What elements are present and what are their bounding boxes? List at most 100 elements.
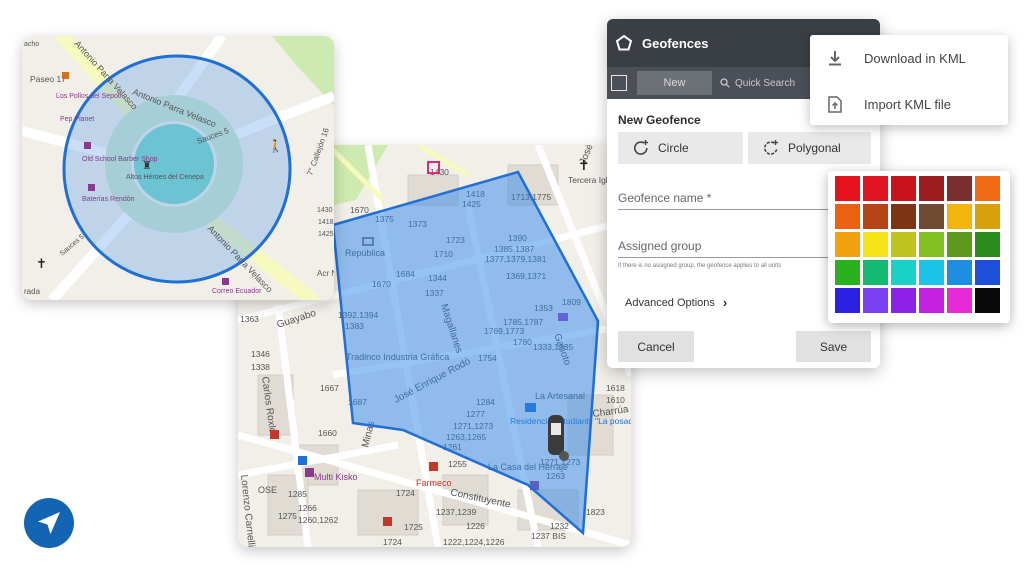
color-swatch[interactable] (835, 260, 860, 285)
color-swatch[interactable] (863, 260, 888, 285)
house-number: 1260,1262 (298, 515, 338, 525)
color-swatch[interactable] (891, 176, 916, 201)
poi-label: Altos Héroes del Cenepa (126, 174, 204, 181)
color-swatch[interactable] (947, 288, 972, 313)
color-swatch[interactable] (863, 204, 888, 229)
color-swatch[interactable] (947, 204, 972, 229)
upload-file-icon (828, 95, 842, 113)
circle-button[interactable]: Circle (618, 132, 743, 164)
color-swatch[interactable] (835, 204, 860, 229)
monument-icon: ♜ (142, 160, 152, 172)
poi-label: acho (24, 41, 39, 48)
circle-button-label: Circle (658, 141, 689, 155)
advanced-options-toggle[interactable]: Advanced Options › (625, 295, 727, 310)
color-swatch[interactable] (975, 176, 1000, 201)
color-swatch[interactable] (947, 232, 972, 257)
navigation-arrow-icon (38, 512, 60, 534)
color-swatch[interactable] (975, 204, 1000, 229)
download-kml-item[interactable]: Download in KML (810, 37, 1008, 79)
color-swatch[interactable] (835, 288, 860, 313)
color-swatch[interactable] (835, 232, 860, 257)
group-hint: If there is no assigned group, the geofe… (618, 263, 782, 269)
kml-dropdown-menu: Download in KML Import KML file (810, 35, 1008, 125)
poi-label: Baterías Rendón (82, 196, 135, 203)
house-number: 1346 (251, 349, 270, 359)
poi-label: Pep Planet (60, 116, 94, 123)
house-number: 1610 (606, 395, 625, 405)
color-swatch[interactable] (919, 288, 944, 313)
pharmacy-icon (429, 462, 438, 471)
poi-label: Multi Kisko (314, 472, 358, 482)
color-swatch[interactable] (919, 232, 944, 257)
map-circle-view[interactable]: Antonio Parra Velasco Antonio Parra Vela… (22, 36, 334, 300)
house-number: 1237,1239 (436, 507, 476, 517)
select-all-checkbox[interactable] (611, 75, 627, 91)
color-swatch[interactable] (919, 204, 944, 229)
color-swatch[interactable] (919, 176, 944, 201)
church-icon: ✝ (578, 157, 590, 173)
search-icon (720, 78, 730, 88)
color-swatch[interactable] (835, 176, 860, 201)
house-number: 1660 (318, 428, 337, 438)
pedestrian-icon: 🚶 (268, 139, 283, 153)
map-circle-canvas: Antonio Parra Velasco Antonio Parra Vela… (22, 36, 334, 300)
color-swatch[interactable] (975, 260, 1000, 285)
house-number: 1670 (350, 205, 369, 215)
polygonal-button[interactable]: Polygonal (748, 132, 871, 164)
panel-title: Geofences (642, 35, 709, 51)
house-number: 1363 (240, 314, 259, 324)
house-number: 1232 (550, 521, 569, 531)
color-swatch[interactable] (947, 176, 972, 201)
fuel-icon (298, 456, 307, 465)
shop-icon (88, 184, 95, 191)
poi-label: OSE (258, 485, 277, 495)
color-swatch[interactable] (975, 288, 1000, 313)
download-icon (829, 51, 841, 66)
save-button[interactable]: Save (796, 331, 871, 362)
swatch-grid (835, 176, 1005, 313)
house-number: 1724 (396, 488, 415, 498)
new-geofence-button[interactable]: New (637, 71, 712, 95)
shop-icon (84, 142, 91, 149)
color-swatch[interactable] (863, 232, 888, 257)
cancel-button[interactable]: Cancel (618, 331, 694, 362)
advanced-options-label: Advanced Options (625, 296, 715, 309)
color-swatch[interactable] (863, 288, 888, 313)
poi-label: Los Pollos del Sepoll (56, 93, 121, 100)
pharmacy-icon (383, 517, 392, 526)
house-number: 1430 (317, 207, 333, 214)
house-number: 1222,1224,1226 (443, 537, 505, 547)
quick-search-input[interactable]: Quick Search (720, 78, 795, 89)
import-kml-item[interactable]: Import KML file (810, 83, 1008, 125)
color-swatch[interactable] (919, 260, 944, 285)
geofence-circle[interactable] (62, 54, 292, 284)
restaurant-icon (62, 72, 69, 79)
poi-label: Farmeco (416, 478, 452, 488)
import-kml-label: Import KML file (864, 96, 951, 112)
house-number: 1226 (466, 521, 485, 531)
color-swatch[interactable] (891, 288, 916, 313)
house-number: 1275 (278, 511, 297, 521)
poi-label: Correo Ecuador (212, 288, 262, 295)
house-number: 1823 (586, 507, 605, 517)
house-number: 1255 (448, 459, 467, 469)
color-swatch[interactable] (891, 232, 916, 257)
brand-logo (24, 498, 74, 548)
polygonal-button-label: Polygonal (788, 141, 841, 155)
color-swatch[interactable] (975, 232, 1000, 257)
polygon-add-icon (764, 140, 778, 155)
house-number: 1618 (606, 383, 625, 393)
circle-add-icon (634, 140, 648, 155)
house-number: 1285 (288, 489, 307, 499)
geofence-icon (615, 34, 633, 51)
shop-icon (305, 468, 314, 477)
house-number: 1237 BIS (531, 531, 566, 541)
color-swatch[interactable] (891, 260, 916, 285)
color-swatch[interactable] (891, 204, 916, 229)
pharmacy-icon (270, 430, 279, 439)
color-swatch[interactable] (863, 176, 888, 201)
house-number: 1724 (383, 537, 402, 547)
street-label: rada (24, 287, 41, 296)
color-swatch[interactable] (947, 260, 972, 285)
house-number: 1266 (298, 503, 317, 513)
